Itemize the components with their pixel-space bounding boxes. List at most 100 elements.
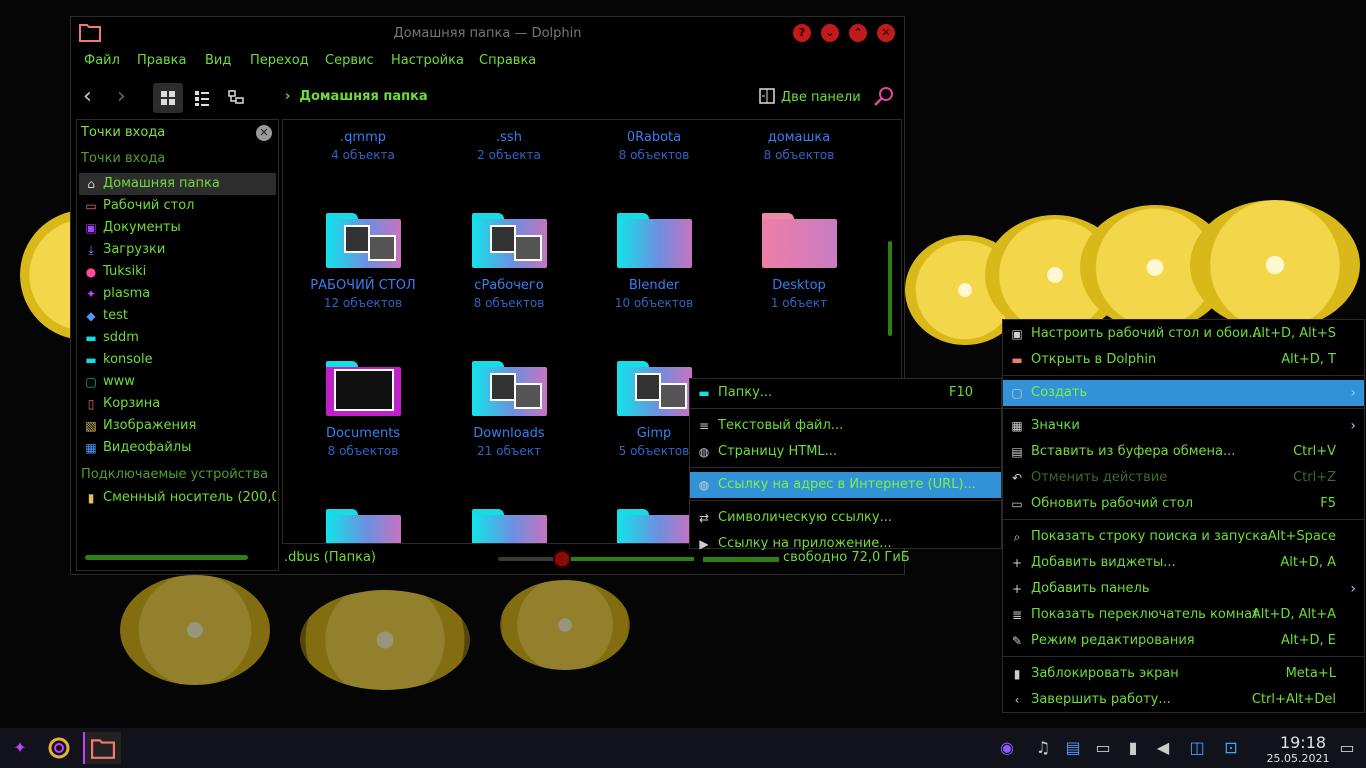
menu-help[interactable]: Справка	[479, 53, 536, 68]
forward-button[interactable]: ›	[117, 86, 139, 110]
split-view-button[interactable]: Две панели	[759, 88, 861, 105]
file-item[interactable]: Downloads 21 объект	[439, 361, 579, 458]
sidebar-item[interactable]: ▦ Видеофайлы	[79, 437, 276, 459]
close-panel-icon[interactable]: ✕	[256, 125, 272, 141]
menu-item[interactable]: + Добавить виджеты... Alt+D, A	[1003, 550, 1364, 576]
file-name: 0Rabota	[626, 130, 682, 145]
media-player-icon[interactable]: ◉	[995, 736, 1019, 760]
sidebar-scrollbar[interactable]	[85, 555, 248, 560]
battery-icon[interactable]: ▭	[1091, 736, 1115, 760]
menu-item[interactable]: ⇄ Символическую ссылку...	[690, 505, 1001, 531]
details-view-button[interactable]	[221, 83, 251, 113]
menu-item[interactable]: ≣ Показать переключатель комнат Alt+D, Alt…	[1003, 602, 1364, 628]
folder-icon	[616, 509, 692, 543]
clock-date[interactable]: 25.05.2021	[1252, 752, 1344, 765]
zoom-slider-handle[interactable]	[553, 550, 571, 568]
search-icon	[874, 87, 893, 106]
menu-item[interactable]: ≡ Текстовый файл...	[690, 413, 1001, 439]
file-item[interactable]: Desktop 1 объект	[729, 213, 869, 310]
menu-item[interactable]: ⌕ Показать строку поиска и запуска Alt+Spa…	[1003, 524, 1364, 550]
menu-item[interactable]: ▮ Заблокировать экран Meta+L	[1003, 661, 1364, 687]
menu-item[interactable]: ▶ Ссылку на приложение...	[690, 531, 1001, 557]
menu-item-label: Создать	[1031, 385, 1088, 400]
sidebar-item[interactable]: ▭ Рабочий стол	[79, 195, 276, 217]
menu-item[interactable]: ▬ Открыть в Dolphin Alt+D, T	[1003, 347, 1364, 373]
menu-item[interactable]: ▢ Создать ›	[1003, 380, 1364, 406]
selection-status: .dbus (Папка)	[284, 550, 376, 565]
menu-item[interactable]: ▤ Вставить из буфера обмена... Ctrl+V	[1003, 439, 1364, 465]
menu-go[interactable]: Переход	[250, 53, 309, 68]
file-item[interactable]: Documents 8 объектов	[293, 361, 433, 458]
terminal-icon[interactable]: ⊡	[1219, 736, 1243, 760]
file-item[interactable]: .ssh 2 объекта	[439, 120, 579, 162]
sidebar-item-label: Сменный носитель (200,0 МиБ)	[103, 490, 276, 505]
search-button[interactable]	[872, 85, 896, 109]
system-monitor-icon[interactable]: ◫	[1185, 736, 1209, 760]
menu-item[interactable]: ◍ Страницу HTML...	[690, 439, 1001, 465]
usb-device-icon[interactable]: ▮	[1121, 736, 1145, 760]
zoom-slider[interactable]	[498, 550, 694, 568]
menu-item[interactable]: ▭ Обновить рабочий стол F5	[1003, 491, 1364, 517]
file-item[interactable]	[293, 509, 433, 543]
menu-item-label: Страницу HTML...	[718, 444, 838, 459]
sidebar-item[interactable]: ▢ www	[79, 371, 276, 393]
file-item[interactable]: сРабочего 8 объектов	[439, 213, 579, 310]
close-button[interactable]: ✕	[877, 24, 895, 42]
application-launcher-icon[interactable]: ✦	[8, 736, 32, 760]
sidebar-item[interactable]: ▣ Документы	[79, 217, 276, 239]
maximize-button[interactable]: ⌃	[849, 24, 867, 42]
file-item[interactable]	[439, 509, 579, 543]
menu-item[interactable]: ◍ Ссылку на адрес в Интернете (URL)...	[690, 472, 1001, 498]
sidebar-item[interactable]: ▬ konsole	[79, 349, 276, 371]
menu-item[interactable]: ▦ Значки ›	[1003, 413, 1364, 439]
menu-item[interactable]: ▬ Папку... F10	[690, 380, 1001, 406]
browser-task-icon[interactable]	[47, 736, 71, 760]
menu-item[interactable]: + Добавить панель ›	[1003, 576, 1364, 602]
sidebar-item[interactable]: ⤓ Загрузки	[79, 239, 276, 261]
menu-tools[interactable]: Сервис	[325, 53, 374, 68]
clock-time[interactable]: 19:18	[1262, 733, 1344, 752]
minimize-button[interactable]: ⌄	[821, 24, 839, 42]
breadcrumb-home[interactable]: Домашняя папка	[299, 89, 427, 104]
sidebar-item[interactable]: ● Tuksiki	[79, 261, 276, 283]
dolphin-task-button[interactable]	[83, 732, 121, 764]
sidebar-item[interactable]: ▬ sddm	[79, 327, 276, 349]
menu-item-label: Добавить виджеты...	[1031, 555, 1176, 570]
menu-item[interactable]: ✎ Режим редактирования Alt+D, E	[1003, 628, 1364, 654]
file-item[interactable]: домашка 8 объектов	[729, 120, 869, 162]
breadcrumb[interactable]: › Домашняя папка	[285, 89, 428, 104]
icons-view-button[interactable]	[153, 83, 183, 113]
file-name: сРабочего	[474, 278, 544, 293]
sidebar-item-removable-media[interactable]: ▮ Сменный носитель (200,0 МиБ)	[79, 487, 276, 509]
menu-item[interactable]: ↶ Отменить действие Ctrl+Z	[1003, 465, 1364, 491]
compact-view-button[interactable]	[187, 83, 217, 113]
sidebar-item[interactable]: ▧ Изображения	[79, 415, 276, 437]
app-link-icon: ▶	[699, 537, 709, 551]
title-bar[interactable]: Домашняя папка — Dolphin ? ⌄ ⌃ ✕	[71, 17, 904, 49]
menu-item-shortcut: Alt+D, Alt+S	[1252, 326, 1336, 341]
menu-item[interactable]: ▣ Настроить рабочий стол и обои... Alt+D, …	[1003, 321, 1364, 347]
plasma-icon: ✦	[85, 287, 97, 301]
sidebar-item[interactable]: ✦ plasma	[79, 283, 276, 305]
sidebar-item[interactable]: ⌂ Домашняя папка	[79, 173, 276, 195]
file-item[interactable]: Blender 10 объектов	[584, 213, 724, 310]
menu-settings[interactable]: Настройка	[391, 53, 464, 68]
file-item[interactable]: 0Rabota 8 объектов	[584, 120, 724, 162]
show-desktop-icon[interactable]: ▭	[1335, 736, 1359, 760]
clipboard-icon[interactable]: ▤	[1061, 736, 1085, 760]
create-submenu: ▬ Папку... F10 ≡ Текстовый файл... ◍ Страницу …	[689, 378, 1002, 551]
file-item[interactable]: РАБОЧИЙ СТОЛ 12 объектов	[293, 213, 433, 310]
menu-edit[interactable]: Правка	[137, 53, 186, 68]
back-button[interactable]: ‹	[83, 86, 105, 110]
menu-item[interactable]: ‹ Завершить работу... Ctrl+Alt+Del	[1003, 687, 1364, 713]
file-view-scrollbar[interactable]	[888, 241, 892, 336]
sidebar-item[interactable]: ▯ Корзина	[79, 393, 276, 415]
file-item[interactable]: .qmmp 4 объекта	[293, 120, 433, 162]
notifications-icon[interactable]: ♫	[1031, 736, 1055, 760]
menu-file[interactable]: Файл	[84, 53, 120, 68]
menu-view[interactable]: Вид	[205, 53, 231, 68]
sidebar-item[interactable]: ◆ test	[79, 305, 276, 327]
volume-icon[interactable]: ◀	[1151, 736, 1175, 760]
help-button[interactable]: ?	[793, 24, 811, 42]
www-icon: ▢	[85, 375, 97, 389]
